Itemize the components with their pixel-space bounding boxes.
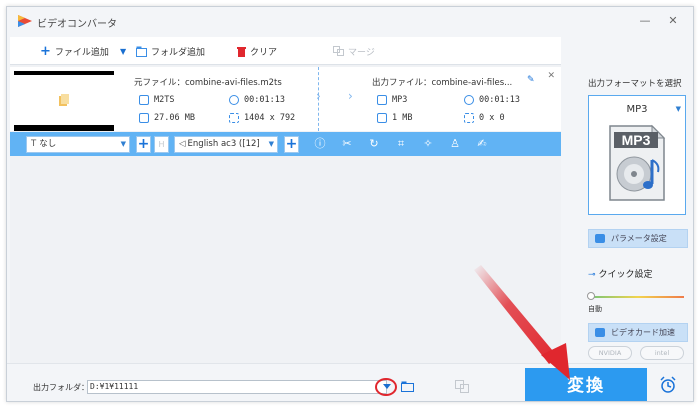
mp3-file-icon: MP3 <box>609 124 666 201</box>
rotate-icon[interactable]: ↻ <box>367 137 381 151</box>
remove-file-icon[interactable]: ✕ <box>547 71 555 81</box>
nvidia-logo: NVIDIA <box>588 346 632 360</box>
window-title: ビデオコンバータ <box>37 19 117 30</box>
open-folder-icon[interactable] <box>401 381 415 392</box>
source-size: 27.06 MB <box>154 113 195 123</box>
merge-label: マージ <box>348 47 375 58</box>
format-icon <box>377 95 387 105</box>
caret-down-icon <box>383 384 391 389</box>
output-format-panel: 出力フォーマットを選択 MP3 ▼ MP3 パラメータ設定 ⊸ クイック設定 自… <box>578 65 693 401</box>
trash-icon <box>237 46 246 57</box>
clock-icon <box>229 95 239 105</box>
merge-icon <box>333 46 344 56</box>
chevron-right-icon: › <box>348 89 353 103</box>
quick-settings-icon: ⊸ <box>588 270 596 280</box>
audio-track-select[interactable]: ◁ English ac3 ([12] ▼ <box>174 136 278 153</box>
file-list-area: 元ファイル：combine-avi-files.m2ts M2TS 00:01:… <box>10 65 561 363</box>
output-folder-dropdown[interactable] <box>375 378 397 396</box>
source-file-label: 元ファイル：combine-avi-files.m2ts <box>134 78 282 88</box>
app-logo-icon <box>18 15 32 27</box>
title-bar: ビデオコンバータ — ✕ <box>7 7 693 35</box>
auto-label: 自動 <box>588 305 602 313</box>
hdr-icon[interactable]: H <box>154 136 169 153</box>
output-file-label: 出力ファイル：combine-avi-files... <box>372 78 513 88</box>
clear-label: クリア <box>250 47 278 58</box>
format-selector[interactable]: MP3 ▼ MP3 <box>588 95 686 215</box>
quick-settings-row: ⊸ クイック設定 <box>588 267 653 280</box>
clear-button[interactable]: クリア <box>237 44 277 58</box>
audio-track-value: English ac3 ([12] <box>187 139 260 149</box>
quality-slider-track[interactable] <box>592 296 684 298</box>
format-icon <box>139 95 149 105</box>
watermark-icon[interactable]: ♙ <box>448 137 462 151</box>
app-window: ビデオコンバータ — ✕ + ファイル追加 ▼ フォルダ追加 クリア マージ 元… <box>6 6 694 402</box>
add-audio-button[interactable]: + <box>284 136 299 153</box>
toolbar: + ファイル追加 ▼ フォルダ追加 クリア マージ <box>10 37 561 65</box>
parameter-settings-button[interactable]: パラメータ設定 <box>588 229 688 248</box>
source-format: M2TS <box>154 95 175 105</box>
add-subtitle-button[interactable]: + <box>136 136 151 153</box>
quick-settings-label: クイック設定 <box>598 270 653 280</box>
add-file-button[interactable]: + ファイル追加 <box>40 43 109 59</box>
merge-button[interactable]: マージ <box>333 44 375 58</box>
edit-bar: T なし ▼ + H ◁ English ac3 ([12] ▼ + ⓘ ✂ ↻ ⌗… <box>10 132 561 156</box>
caret-down-icon: ▼ <box>675 105 681 113</box>
sliders-icon <box>595 234 605 243</box>
video-thumbnail[interactable] <box>14 71 114 131</box>
output-size: 1 MB <box>392 113 413 123</box>
speaker-icon: ◁ <box>179 139 186 149</box>
add-folder-label: フォルダ追加 <box>151 47 206 58</box>
add-folder-button[interactable]: フォルダ追加 <box>136 44 205 58</box>
text-icon: T <box>31 139 37 149</box>
caret-down-icon: ▼ <box>120 140 126 148</box>
add-file-dropdown[interactable]: ▼ <box>120 44 126 58</box>
resolution-icon <box>464 113 474 123</box>
info-icon[interactable]: ⓘ <box>313 137 327 151</box>
gpu-acceleration-button[interactable]: ビデオカード加速 <box>588 323 688 342</box>
folder-icon <box>139 113 149 123</box>
convert-button[interactable]: 変換 <box>525 368 647 401</box>
scissors-icon[interactable]: ✂ <box>340 137 354 151</box>
clock-icon <box>464 95 474 105</box>
close-window-icon[interactable]: ✕ <box>665 13 681 29</box>
resolution-icon <box>229 113 239 123</box>
caret-down-icon: ▼ <box>266 137 274 152</box>
bottom-bar: 出力フォルダ： D:¥1¥11111 変換 <box>7 363 693 401</box>
output-format: MP3 <box>392 95 408 105</box>
gpu-icon <box>595 328 605 337</box>
quality-slider-handle[interactable] <box>587 292 595 300</box>
crop-icon[interactable]: ⌗ <box>394 137 408 151</box>
merge-output-icon[interactable] <box>455 380 469 393</box>
subtitle-value: なし <box>39 139 57 149</box>
source-resolution: 1404 x 792 <box>244 113 296 123</box>
source-duration: 00:01:13 <box>244 95 285 105</box>
output-duration: 00:01:13 <box>479 95 520 105</box>
add-file-label: ファイル追加 <box>54 47 109 58</box>
effects-wand-icon[interactable]: ✧ <box>421 137 435 151</box>
output-folder-label: 出力フォルダ： <box>33 383 89 392</box>
minimize-icon[interactable]: — <box>637 13 653 29</box>
output-resolution: 0 x 0 <box>479 113 505 123</box>
gpu-acceleration-label: ビデオカード加速 <box>611 328 675 337</box>
mp3-icon-label: MP3 <box>622 132 651 148</box>
output-folder-input[interactable]: D:¥1¥11111 <box>87 380 387 394</box>
subtitle-select[interactable]: T なし ▼ <box>26 136 130 153</box>
file-placeholder-icon <box>59 94 69 106</box>
caret-down-icon: ▼ <box>120 46 127 56</box>
plus-icon: + <box>40 43 51 59</box>
edit-pencil-icon[interactable]: ✎ <box>527 75 535 85</box>
file-row[interactable]: 元ファイル：combine-avi-files.m2ts M2TS 00:01:… <box>10 67 561 131</box>
alarm-clock-icon[interactable] <box>659 376 677 394</box>
folder-add-icon <box>136 46 147 57</box>
selected-format: MP3 <box>626 104 648 115</box>
format-panel-title: 出力フォーマットを選択 <box>588 79 682 89</box>
intel-logo: intel <box>640 346 684 360</box>
folder-icon <box>377 113 387 123</box>
parameter-settings-label: パラメータ設定 <box>611 234 667 243</box>
edit-subtitle-icon[interactable]: ✍ <box>475 137 489 151</box>
chevron-right-icon: › <box>316 89 321 103</box>
